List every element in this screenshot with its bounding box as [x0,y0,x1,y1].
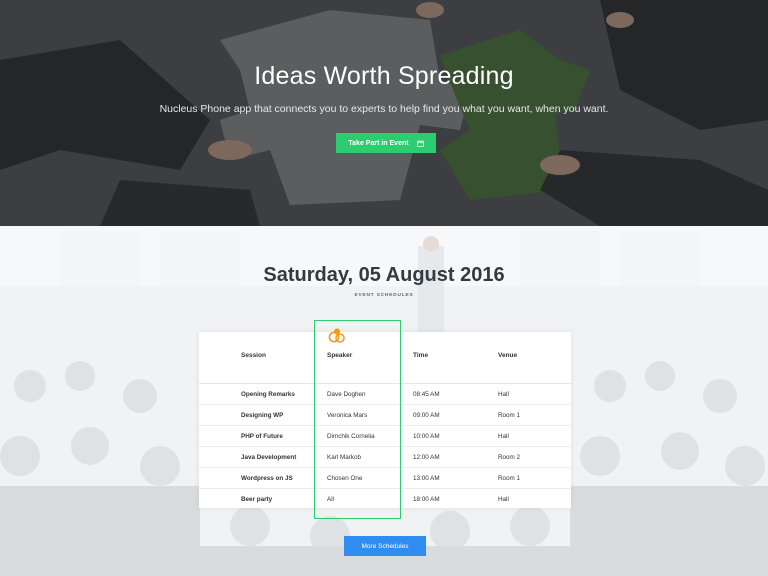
session-cell: PHP of Future [241,433,283,440]
table-row: Opening Remarks Dave Doghen 08:45 AM Hal… [199,384,571,405]
time-cell: 10:00 AM [413,433,440,440]
column-header-venue: Venue [498,352,518,359]
venue-cell: Hall [498,391,509,398]
hero-title: Ideas Worth Spreading [254,62,514,90]
more-schedules-button[interactable]: More Schedules [344,536,426,556]
speaker-cell: Dave Doghen [327,391,366,398]
time-cell: 09:00 AM [413,412,440,419]
venue-cell: Room 2 [498,454,521,461]
speakers-icon [328,328,345,343]
venue-cell: Hall [498,433,509,440]
session-cell: Opening Remarks [241,391,295,398]
table-row: Beer party All 18:00 AM Hall [199,489,571,510]
session-cell: Wordpress on JS [241,475,293,482]
column-header-speaker: Speaker [327,352,353,359]
table-row: PHP of Future Dimchik Cornelia 10:00 AM … [199,426,571,447]
speaker-cell: Chosen One [327,475,363,482]
take-part-button[interactable]: Take Part in Event [336,133,436,153]
speaker-cell: Karl Markob [327,454,361,461]
hero-subtitle: Nucleus Phone app that connects you to e… [159,103,609,115]
session-cell: Java Development [241,454,297,461]
venue-cell: Room 1 [498,412,521,419]
hero-section: Ideas Worth Spreading Nucleus Phone app … [0,0,768,226]
time-cell: 12:00 AM [413,454,440,461]
session-cell: Beer party [241,496,273,503]
speaker-cell: All [327,496,334,503]
table-header: Session Speaker Time Venue [199,332,571,384]
table-row: Wordpress on JS Chosen One 13:00 AM Room… [199,468,571,489]
schedule-section: Saturday, 05 August 2016 EVENT SCHEDULES… [0,226,768,576]
schedule-subtitle: EVENT SCHEDULES [354,293,414,298]
column-header-session: Session [241,352,266,359]
session-cell: Designing WP [241,412,284,419]
speaker-cell: Dimchik Cornelia [327,433,375,440]
calendar-icon [416,139,424,147]
venue-cell: Hall [498,496,509,503]
venue-cell: Room 1 [498,475,521,482]
column-header-time: Time [413,352,429,359]
speaker-cell: Veronica Mars [327,412,368,419]
table-row: Designing WP Veronica Mars 09:00 AM Room… [199,405,571,426]
time-cell: 13:00 AM [413,475,440,482]
schedule-date-title: Saturday, 05 August 2016 [263,264,505,286]
table-row: Java Development Karl Markob 12:00 AM Ro… [199,447,571,468]
take-part-button-label: Take Part in Event [348,139,409,147]
schedule-table: Session Speaker Time Venue Opening Remar… [199,332,571,508]
time-cell: 08:45 AM [413,391,440,398]
time-cell: 18:00 AM [413,496,440,503]
more-schedules-button-label: More Schedules [361,542,409,550]
